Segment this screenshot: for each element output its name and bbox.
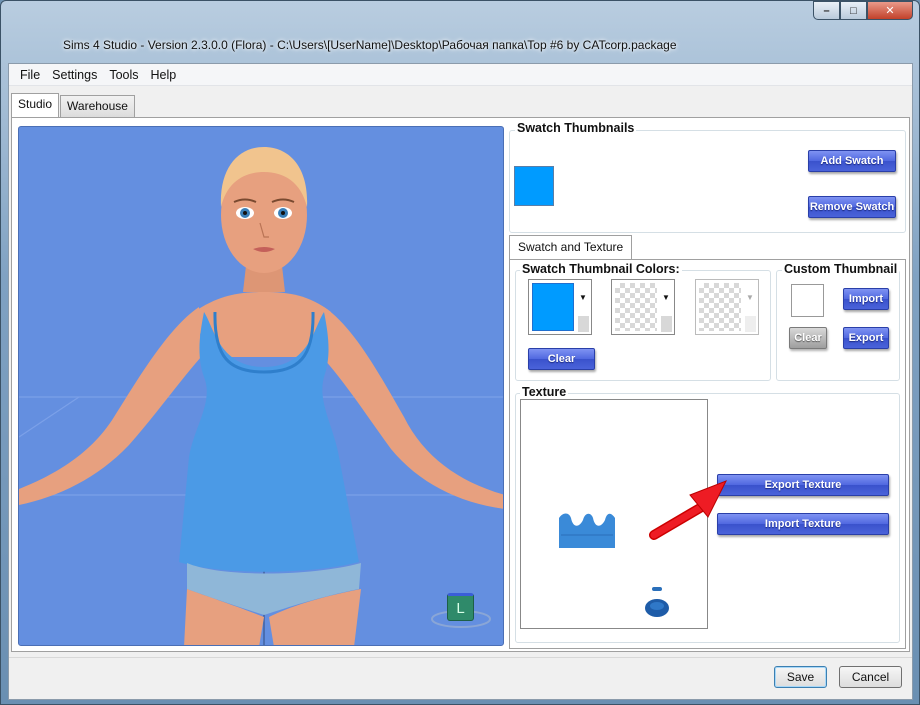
close-button[interactable]: ✕ [867,1,913,20]
tab-studio[interactable]: Studio [11,93,60,117]
remove-swatch-button[interactable]: Remove Swatch [808,196,896,218]
color-picker-2-swatch [615,283,657,331]
sim-model-render [19,147,503,645]
menu-help[interactable]: Help [145,68,183,82]
chevron-down-icon[interactable]: ▼ [575,280,591,314]
swatch-thumbnails-label: Swatch Thumbnails [515,121,637,135]
custom-thumbnail-label: Custom Thumbnail [782,262,900,276]
3d-viewport[interactable]: L [18,126,504,646]
dropdown-scrollbar [745,316,756,332]
clear-colors-button[interactable]: Clear [528,348,595,370]
dropdown-scrollbar [578,316,589,332]
swatch-thumbnail[interactable] [514,166,554,206]
color-picker-3-swatch [699,283,741,331]
menu-settings[interactable]: Settings [46,68,103,82]
import-texture-button[interactable]: Import Texture [717,513,889,535]
menu-bar: File Settings Tools Help [9,64,912,86]
window-title: Sims 4 Studio - Version 2.3.0.0 (Flora) … [63,38,677,52]
dropdown-scrollbar [661,316,672,332]
menu-file[interactable]: File [14,68,46,82]
cancel-button[interactable]: Cancel [839,666,902,688]
main-tabs: Studio Warehouse [11,93,136,117]
save-button[interactable]: Save [774,666,827,688]
color-picker-1[interactable]: ▼ [528,279,592,335]
lod-badge[interactable]: L [447,593,474,621]
tab-warehouse[interactable]: Warehouse [60,95,135,117]
red-arrow-annotation [649,480,728,540]
texture-label: Texture [520,385,569,399]
chevron-down-icon[interactable]: ▼ [742,280,758,314]
footer-separator [9,657,912,658]
custom-thumbnail-preview[interactable] [791,284,824,317]
lod-badge-label: L [456,599,465,617]
minimize-button[interactable]: – [813,1,840,20]
studio-panel: L Swatch Thumbnails Add Swatch Remove Sw… [11,117,910,652]
menu-tools[interactable]: Tools [103,68,144,82]
thumbnail-colors-label: Swatch Thumbnail Colors: [520,262,682,276]
maximize-button[interactable]: □ [840,1,867,20]
color-picker-2[interactable]: ▼ [611,279,675,335]
export-thumbnail-button[interactable]: Export [843,327,889,349]
color-picker-3[interactable]: ▼ [695,279,759,335]
import-thumbnail-button[interactable]: Import [843,288,889,310]
add-swatch-button[interactable]: Add Swatch [808,150,896,172]
export-texture-button[interactable]: Export Texture [717,474,889,496]
clear-thumbnail-button[interactable]: Clear [789,327,827,349]
chevron-down-icon[interactable]: ▼ [658,280,674,314]
client-area: File Settings Tools Help Studio Warehous… [8,63,913,700]
window-caption-buttons: – □ ✕ [813,1,913,20]
window-frame: Sims 4 Studio - Version 2.3.0.0 (Flora) … [0,0,920,705]
color-picker-1-swatch [532,283,574,331]
tab-swatch-and-texture[interactable]: Swatch and Texture [509,235,633,259]
